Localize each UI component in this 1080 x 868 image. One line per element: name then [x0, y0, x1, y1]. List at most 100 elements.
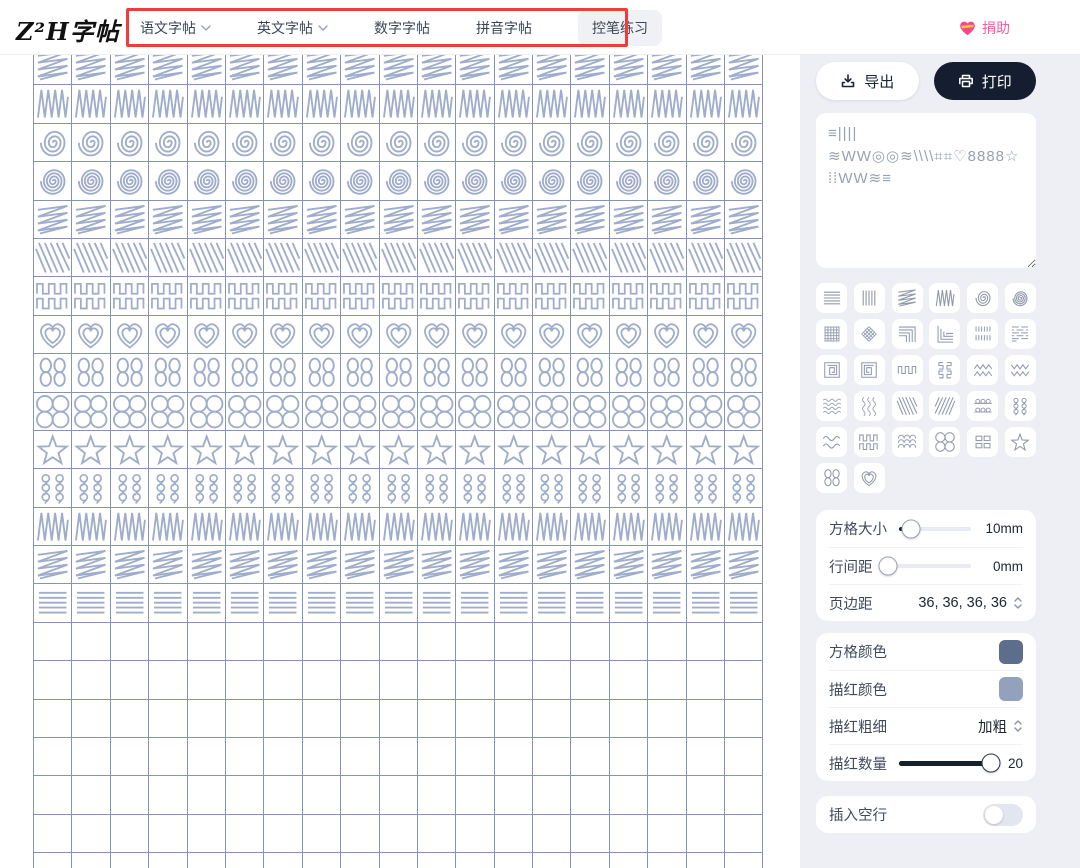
sheet-cell [379, 392, 418, 431]
cell-size-slider[interactable] [899, 519, 971, 538]
pattern-diagfw-button[interactable] [929, 391, 961, 421]
pattern-meanderu-button[interactable] [891, 355, 923, 385]
pattern-chevup-button[interactable] [967, 355, 999, 385]
sheet-cell [187, 123, 226, 163]
pattern-vlines-button[interactable] [853, 283, 885, 313]
sheet-cell [110, 200, 150, 239]
donate-link[interactable]: 捐助 [959, 0, 1010, 55]
nav-item-0[interactable]: 语文字帖 [140, 18, 211, 38]
sheet-cell [149, 392, 188, 431]
sheet-cell [571, 661, 610, 700]
sheet-cell [725, 776, 764, 815]
page-margin-stepper[interactable] [1013, 596, 1023, 610]
insert-blank-toggle[interactable] [983, 803, 1023, 826]
print-button[interactable]: 打印 [933, 62, 1036, 100]
pattern-hwaves-button[interactable] [816, 391, 847, 421]
pattern-spiral2-button[interactable] [1004, 283, 1036, 313]
sheet-cell [686, 123, 726, 163]
sheet-cell [379, 315, 418, 355]
trace-weight-stepper[interactable] [1013, 719, 1023, 733]
pattern-scallops-button[interactable] [891, 427, 923, 457]
export-button[interactable]: 导出 [816, 62, 919, 100]
sheet-cell [302, 622, 342, 662]
sheet-cell [533, 200, 572, 239]
row-gap-slider-knob[interactable] [878, 556, 898, 576]
sheet-cell [725, 853, 764, 868]
nav-item-3[interactable]: 拼音字帖 [476, 18, 532, 38]
sheet-cell [264, 162, 303, 201]
sheet-cell [648, 507, 687, 547]
pattern-cornerl-button[interactable] [929, 319, 961, 349]
sheet-cell [34, 738, 73, 777]
sheet-cell [648, 776, 687, 815]
sheet-cell [72, 55, 111, 86]
nav-item-2[interactable]: 数字字帖 [374, 18, 430, 38]
sheet-cell [72, 546, 111, 585]
row-gap-slider[interactable] [878, 556, 971, 576]
sheet-cell [264, 55, 303, 86]
pattern-sqspiral-button[interactable] [816, 355, 847, 385]
sheet-cell [264, 277, 303, 316]
pattern-meander2-button[interactable] [853, 427, 885, 457]
sheet-cell [264, 430, 303, 470]
pattern-zigzagh-button[interactable] [891, 283, 923, 313]
sheet-cell [494, 123, 534, 163]
nav-item-4[interactable]: 控笔练习 [578, 9, 662, 46]
sheet-cell [533, 85, 572, 124]
app-logo[interactable]: Z²H字帖 [16, 12, 120, 47]
pattern-sequence-input[interactable] [816, 113, 1036, 268]
sheet-cell [417, 430, 457, 470]
sheet-cell [264, 738, 303, 777]
sheet-cell [648, 699, 687, 739]
sheet-cell [341, 162, 380, 201]
trace-color-swatch[interactable] [999, 677, 1023, 701]
pattern-circles4-button[interactable] [929, 427, 961, 457]
pattern-spairs-button[interactable] [929, 355, 961, 385]
sheet-cell [34, 814, 73, 854]
pattern-chevdown-button[interactable] [1004, 355, 1036, 385]
pattern-vwaves-button[interactable] [853, 391, 885, 421]
pattern-heart-button[interactable] [853, 463, 885, 493]
sheet-cell [72, 699, 111, 739]
pattern-diamondgrid-button[interactable] [853, 319, 885, 349]
pattern-fig8-button[interactable] [816, 463, 847, 493]
sheet-cell [417, 55, 457, 86]
pattern-squares4-button[interactable] [967, 427, 999, 457]
pattern-sqspiral2-button[interactable] [853, 355, 885, 385]
sheet-cell [34, 392, 73, 431]
sheet-cell [609, 661, 649, 700]
trace-weight-label: 描红粗细 [829, 719, 887, 736]
sheet-cell [648, 354, 687, 393]
sheet-cell [34, 622, 73, 662]
pattern-grid-button[interactable] [816, 319, 847, 349]
pattern-hwaves2-button[interactable] [816, 427, 847, 457]
pattern-zigzagv-button[interactable] [929, 283, 961, 313]
sheet-cell [264, 699, 303, 739]
pattern-vdashes-button[interactable] [967, 319, 999, 349]
pattern-loopsv-button[interactable] [1004, 391, 1036, 421]
trace-count-slider-knob[interactable] [981, 753, 1001, 773]
sheet-cell [609, 776, 649, 815]
sheet-cell [379, 162, 418, 201]
pattern-cornerspiral-button[interactable] [891, 319, 923, 349]
cell-size-slider-knob[interactable] [901, 519, 921, 538]
pattern-hlines-button[interactable] [816, 283, 847, 313]
sheet-cell [686, 354, 726, 393]
pattern-loopsh-button[interactable] [967, 391, 999, 421]
pattern-star-button[interactable] [1004, 427, 1036, 457]
chevron-down-icon [318, 24, 328, 31]
sheet-cell [495, 853, 534, 868]
sheet-cell [149, 776, 188, 815]
pattern-spiral1-button[interactable] [967, 283, 999, 313]
sheet-cell [302, 277, 342, 316]
grid-color-swatch[interactable] [999, 639, 1023, 664]
sheet-cell [456, 699, 495, 739]
trace-count-slider[interactable] [899, 753, 1001, 773]
pattern-diagbk-button[interactable] [891, 391, 923, 421]
sheet-cell [648, 277, 687, 316]
nav-item-1[interactable]: 英文字帖 [257, 18, 328, 38]
sheet-cell [225, 55, 265, 86]
sheet-cell [341, 392, 380, 431]
sheet-cell [149, 699, 188, 739]
pattern-hdashes-button[interactable] [1004, 319, 1036, 349]
